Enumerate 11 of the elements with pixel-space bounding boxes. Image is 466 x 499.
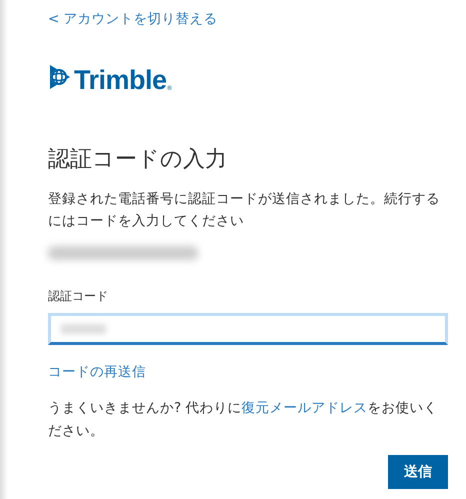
help-text: うまくいきませんか? 代わりに復元メールアドレス をお使いください。 bbox=[48, 399, 438, 441]
logo-wordmark: Trimble bbox=[74, 67, 167, 94]
code-input-field[interactable] bbox=[48, 313, 448, 345]
page-title: 認証コードの入力 bbox=[48, 146, 228, 174]
submit-button[interactable]: 送信 bbox=[388, 455, 448, 489]
recovery-email-link[interactable]: 復元メールアドレス bbox=[241, 400, 368, 416]
back-link[interactable]: < アカウントを切り替える bbox=[48, 10, 218, 28]
field-label: 認証コード bbox=[48, 288, 109, 305]
globe-logo-icon bbox=[48, 62, 72, 92]
message-text: 登録された電話番号に認証コードが送信されました。続行するにはコードを入力してください bbox=[48, 190, 441, 231]
resend-link[interactable]: コードの再送信 bbox=[48, 363, 146, 381]
